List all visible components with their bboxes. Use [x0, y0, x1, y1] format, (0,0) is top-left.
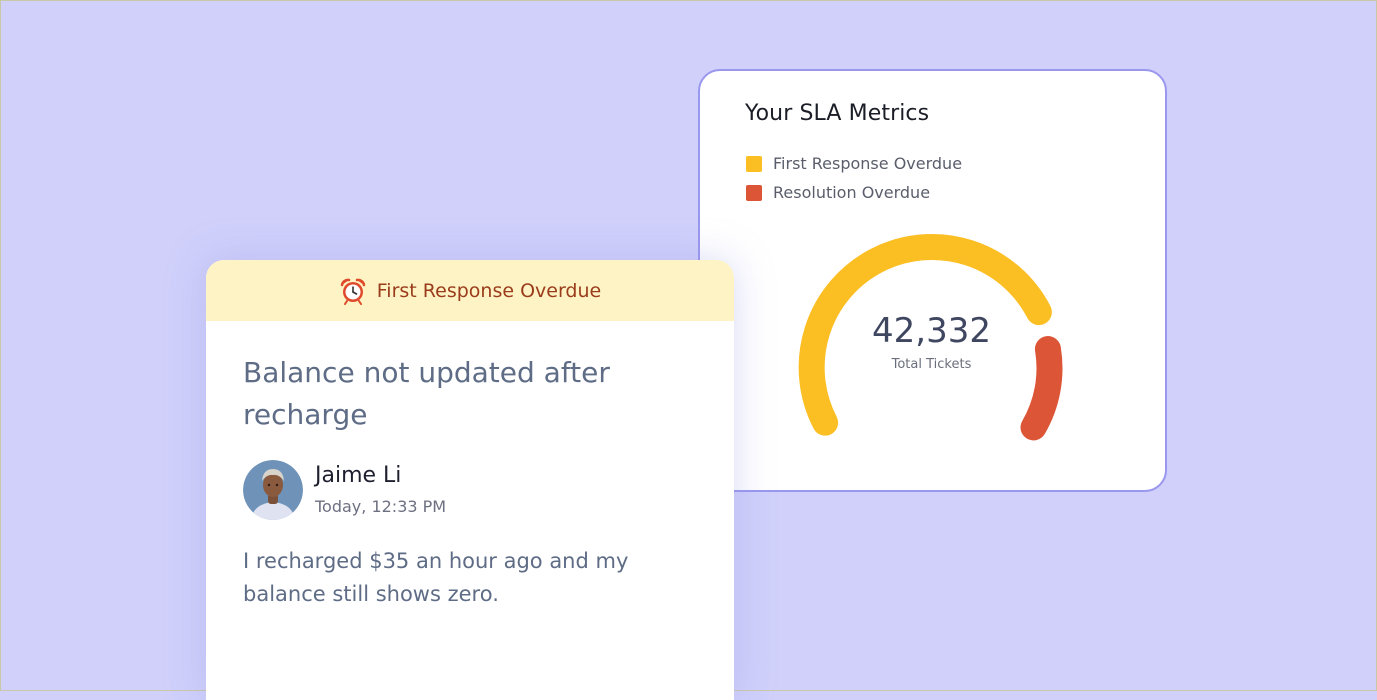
alarm-clock-icon — [340, 278, 365, 305]
ticket-subject: Balance not updated after recharge — [243, 356, 610, 431]
sla-metrics-card: Your SLA Metrics First Response Overdue … — [698, 69, 1167, 492]
sla-legend: First Response Overdue Resolution Overdu… — [746, 149, 962, 207]
ticket-message: I recharged $35 an hour ago and my balan… — [243, 549, 629, 606]
ticket-timestamp: Today, 12:33 PM — [315, 497, 447, 516]
legend-item-first-response: First Response Overdue — [746, 149, 962, 178]
legend-item-resolution: Resolution Overdue — [746, 178, 962, 207]
legend-label-first-response: First Response Overdue — [773, 154, 963, 173]
legend-label-resolution: Resolution Overdue — [773, 183, 931, 202]
ticket-status-banner: First Response Overdue — [206, 260, 734, 321]
legend-swatch-first-response — [746, 155, 762, 172]
legend-swatch-resolution — [746, 184, 762, 201]
requester-name[interactable]: Jaime Li — [315, 462, 446, 490]
sla-metrics-title: Your SLA Metrics — [745, 101, 930, 126]
requester-details: Jaime Li Today, 12:33 PM — [315, 462, 446, 516]
total-tickets-value: 42,332 — [872, 311, 991, 351]
requester-info: Jaime Li Today, 12:33 PM — [243, 460, 446, 520]
requester-avatar[interactable] — [243, 460, 303, 520]
ticket-card[interactable]: First Response Overdue Balance not updat… — [206, 260, 734, 700]
ticket-status-label: First Response Overdue — [376, 279, 602, 302]
total-tickets-label: Total Tickets — [891, 357, 972, 372]
